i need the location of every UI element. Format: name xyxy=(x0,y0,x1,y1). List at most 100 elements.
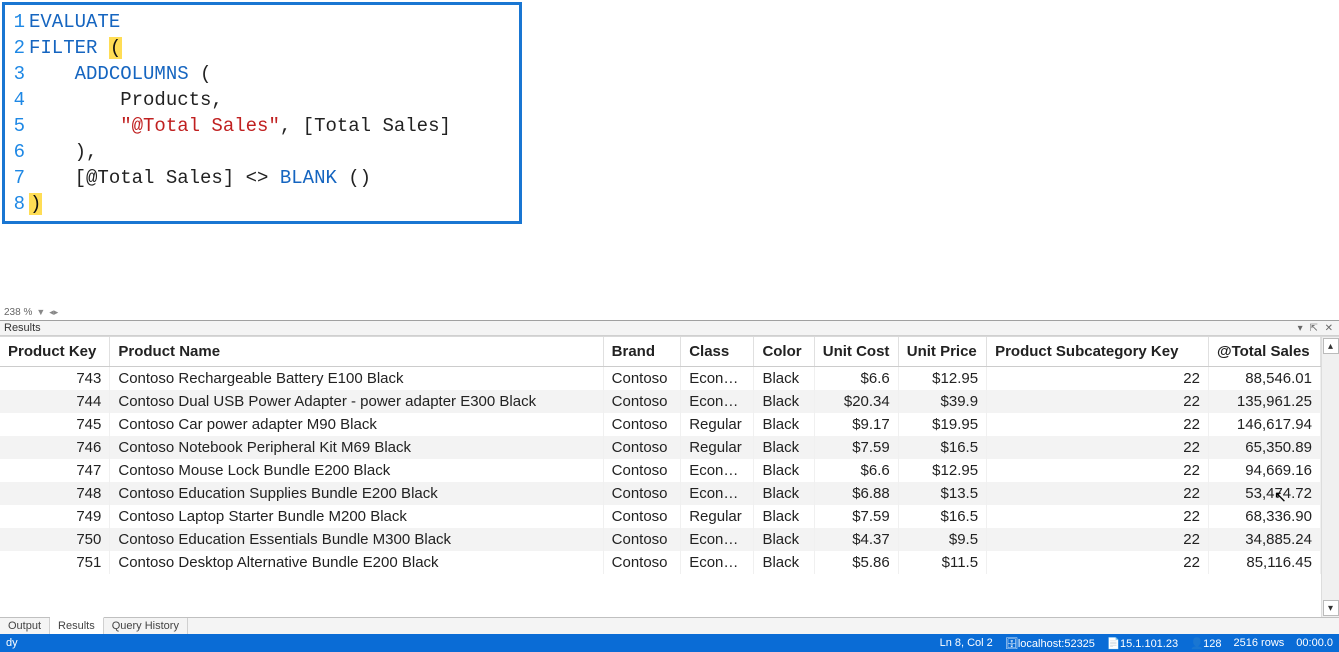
table-cell[interactable]: Contoso Notebook Peripheral Kit M69 Blac… xyxy=(110,436,603,459)
table-cell[interactable]: $39.9 xyxy=(898,390,986,413)
table-cell[interactable]: 745 xyxy=(0,413,110,436)
code-content[interactable]: ), xyxy=(29,139,519,165)
table-cell[interactable]: 22 xyxy=(987,390,1209,413)
tab-output[interactable]: Output xyxy=(0,618,50,634)
table-cell[interactable]: 135,961.25 xyxy=(1208,390,1320,413)
table-cell[interactable]: Contoso Mouse Lock Bundle E200 Black xyxy=(110,459,603,482)
table-cell[interactable]: 749 xyxy=(0,505,110,528)
table-cell[interactable]: 748 xyxy=(0,482,110,505)
table-cell[interactable]: 22 xyxy=(987,505,1209,528)
table-cell[interactable]: $6.88 xyxy=(814,482,898,505)
table-cell[interactable]: Contoso xyxy=(603,459,681,482)
table-cell[interactable]: Black xyxy=(754,551,814,574)
scroll-up-icon[interactable]: ▴ xyxy=(1323,338,1339,354)
table-cell[interactable]: Black xyxy=(754,528,814,551)
column-header[interactable]: Product Key xyxy=(0,337,110,367)
table-row[interactable]: 744Contoso Dual USB Power Adapter - powe… xyxy=(0,390,1321,413)
code-content[interactable]: EVALUATE xyxy=(29,9,519,35)
table-cell[interactable]: 747 xyxy=(0,459,110,482)
table-cell[interactable]: $9.5 xyxy=(898,528,986,551)
table-cell[interactable]: 22 xyxy=(987,413,1209,436)
table-cell[interactable]: Black xyxy=(754,482,814,505)
table-cell[interactable]: $16.5 xyxy=(898,505,986,528)
column-header[interactable]: Unit Cost xyxy=(814,337,898,367)
table-cell[interactable]: Contoso xyxy=(603,528,681,551)
code-line[interactable]: 1EVALUATE xyxy=(5,9,519,35)
table-cell[interactable]: 22 xyxy=(987,551,1209,574)
scroll-down-icon[interactable]: ▾ xyxy=(1323,600,1339,616)
results-grid[interactable]: Product KeyProduct NameBrandClassColorUn… xyxy=(0,336,1339,617)
tab-results[interactable]: Results xyxy=(50,617,104,634)
table-cell[interactable]: Contoso xyxy=(603,367,681,391)
table-row[interactable]: 751Contoso Desktop Alternative Bundle E2… xyxy=(0,551,1321,574)
table-row[interactable]: 746Contoso Notebook Peripheral Kit M69 B… xyxy=(0,436,1321,459)
zoom-stepper-icon[interactable]: ◂▸ xyxy=(49,309,58,316)
table-cell[interactable]: $9.17 xyxy=(814,413,898,436)
code-content[interactable]: ADDCOLUMNS ( xyxy=(29,61,519,87)
table-cell[interactable]: $7.59 xyxy=(814,505,898,528)
column-header[interactable]: Color xyxy=(754,337,814,367)
table-cell[interactable]: $6.6 xyxy=(814,367,898,391)
column-header[interactable]: Product Name xyxy=(110,337,603,367)
tab-query-history[interactable]: Query History xyxy=(104,618,188,634)
table-cell[interactable]: Regular xyxy=(681,436,754,459)
table-cell[interactable]: 751 xyxy=(0,551,110,574)
table-cell[interactable]: 94,669.16 xyxy=(1208,459,1320,482)
table-cell[interactable]: Black xyxy=(754,413,814,436)
column-header[interactable]: Product Subcategory Key xyxy=(987,337,1209,367)
table-row[interactable]: 743Contoso Rechargeable Battery E100 Bla… xyxy=(0,367,1321,391)
table-cell[interactable]: Contoso Rechargeable Battery E100 Black xyxy=(110,367,603,391)
table-row[interactable]: 748Contoso Education Supplies Bundle E20… xyxy=(0,482,1321,505)
table-row[interactable]: 749Contoso Laptop Starter Bundle M200 Bl… xyxy=(0,505,1321,528)
code-content[interactable]: ) xyxy=(29,191,519,217)
results-table[interactable]: Product KeyProduct NameBrandClassColorUn… xyxy=(0,337,1321,574)
table-cell[interactable]: Contoso Desktop Alternative Bundle E200 … xyxy=(110,551,603,574)
table-cell[interactable]: 22 xyxy=(987,459,1209,482)
code-line[interactable]: 6 ), xyxy=(5,139,519,165)
table-cell[interactable]: Contoso xyxy=(603,413,681,436)
table-cell[interactable]: 22 xyxy=(987,436,1209,459)
table-cell[interactable]: Black xyxy=(754,367,814,391)
table-cell[interactable]: Economy xyxy=(681,528,754,551)
table-cell[interactable]: 65,350.89 xyxy=(1208,436,1320,459)
table-cell[interactable]: $19.95 xyxy=(898,413,986,436)
table-cell[interactable]: 85,116.45 xyxy=(1208,551,1320,574)
zoom-indicator[interactable]: 238 % ▼ ◂▸ xyxy=(4,307,58,318)
table-cell[interactable]: Regular xyxy=(681,505,754,528)
table-cell[interactable]: Economy xyxy=(681,390,754,413)
table-cell[interactable]: $16.5 xyxy=(898,436,986,459)
table-cell[interactable]: Contoso Car power adapter M90 Black xyxy=(110,413,603,436)
table-cell[interactable]: Black xyxy=(754,390,814,413)
code-content[interactable]: "@Total Sales", [Total Sales] xyxy=(29,113,519,139)
table-cell[interactable]: Contoso Dual USB Power Adapter - power a… xyxy=(110,390,603,413)
code-line[interactable]: 3 ADDCOLUMNS ( xyxy=(5,61,519,87)
column-header[interactable]: Class xyxy=(681,337,754,367)
table-cell[interactable]: Black xyxy=(754,505,814,528)
table-cell[interactable]: Black xyxy=(754,459,814,482)
table-cell[interactable]: Contoso xyxy=(603,390,681,413)
code-line[interactable]: 5 "@Total Sales", [Total Sales] xyxy=(5,113,519,139)
table-cell[interactable]: 146,617.94 xyxy=(1208,413,1320,436)
table-cell[interactable]: $7.59 xyxy=(814,436,898,459)
table-cell[interactable]: $11.5 xyxy=(898,551,986,574)
table-cell[interactable]: Economy xyxy=(681,482,754,505)
table-cell[interactable]: $13.5 xyxy=(898,482,986,505)
code-line[interactable]: 8) xyxy=(5,191,519,217)
table-cell[interactable]: Regular xyxy=(681,413,754,436)
code-line[interactable]: 2FILTER ( xyxy=(5,35,519,61)
panel-controls-icon[interactable]: ▾ ⇱ ✕ xyxy=(1298,323,1335,334)
zoom-dropdown-icon[interactable]: ▼ xyxy=(36,309,45,316)
table-cell[interactable]: Contoso xyxy=(603,482,681,505)
table-cell[interactable]: Contoso xyxy=(603,505,681,528)
code-content[interactable]: FILTER ( xyxy=(29,35,519,61)
table-row[interactable]: 747Contoso Mouse Lock Bundle E200 BlackC… xyxy=(0,459,1321,482)
code-line[interactable]: 7 [@Total Sales] <> BLANK () xyxy=(5,165,519,191)
table-cell[interactable]: 22 xyxy=(987,528,1209,551)
table-cell[interactable]: $20.34 xyxy=(814,390,898,413)
column-header[interactable]: Brand xyxy=(603,337,681,367)
table-cell[interactable]: $4.37 xyxy=(814,528,898,551)
table-cell[interactable]: Economy xyxy=(681,459,754,482)
table-cell[interactable]: 88,546.01 xyxy=(1208,367,1320,391)
table-cell[interactable]: 22 xyxy=(987,367,1209,391)
table-cell[interactable]: 750 xyxy=(0,528,110,551)
